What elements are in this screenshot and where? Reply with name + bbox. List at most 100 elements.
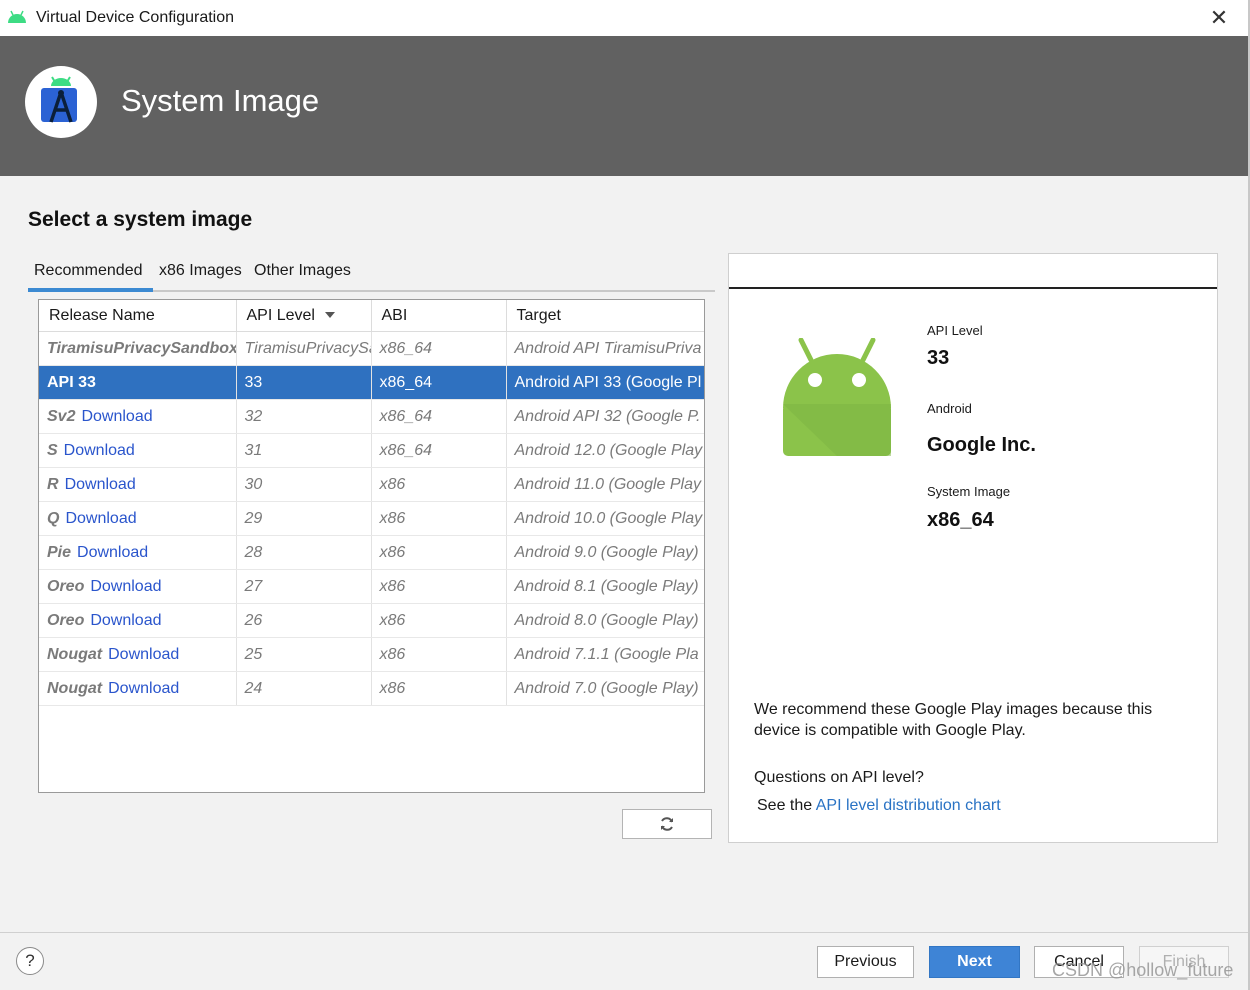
abi-cell: x86 <box>371 467 507 502</box>
table-row[interactable]: Pie Download 28 x86 Android 9.0 (Google Play… <box>39 535 704 570</box>
release-name-cell: Nougat Download <box>39 671 237 706</box>
target-cell: Android 9.0 (Google Play) <box>506 535 704 570</box>
panel-divider <box>729 287 1217 289</box>
abi-cell: x86_64 <box>371 433 507 468</box>
target-cell: Android 8.0 (Google Play) <box>506 603 704 638</box>
download-link[interactable]: Download <box>77 544 148 561</box>
window-title: Virtual Device Configuration <box>36 9 235 26</box>
table-header: Release Name API Level ABI Target <box>39 300 704 332</box>
release-name-cell: Oreo Download <box>39 569 237 604</box>
image-tabs: Recommended x86 Images Other Images <box>28 256 715 292</box>
api-level-cell: 30 <box>236 467 372 502</box>
abi-cell: x86_64 <box>371 399 507 434</box>
target-cell: Android 8.1 (Google Play) <box>506 569 704 604</box>
download-link[interactable]: Download <box>65 476 136 493</box>
column-api-level[interactable]: API Level <box>236 300 372 332</box>
release-name: Sv2 <box>47 407 76 425</box>
next-button[interactable]: Next <box>929 946 1020 978</box>
api-level-cell: 28 <box>236 535 372 570</box>
abi-cell: x86 <box>371 501 507 536</box>
abi-cell: x86 <box>371 603 507 638</box>
api-level-cell: 32 <box>236 399 372 434</box>
release-name-cell: Sv2 Download <box>39 399 237 434</box>
previous-button[interactable]: Previous <box>817 946 914 978</box>
title-bar: Virtual Device Configuration ✕ <box>0 0 1248 36</box>
release-name-cell: R Download <box>39 467 237 502</box>
abi-cell: x86 <box>371 637 507 672</box>
footer-divider <box>0 932 1248 933</box>
see-chart-line: See the API level distribution chart <box>757 797 1001 815</box>
table-row[interactable]: TiramisuPrivacySandbox TiramisuPrivacySa x… <box>39 331 704 366</box>
target-cell: Android API 33 (Google Pl <box>506 365 704 400</box>
column-release-name[interactable]: Release Name <box>39 300 237 332</box>
table-row[interactable]: Nougat Download 24 x86 Android 7.0 (Google P… <box>39 671 704 706</box>
refresh-button[interactable] <box>622 809 712 839</box>
api-level-cell: 29 <box>236 501 372 536</box>
download-link[interactable]: Download <box>108 646 179 663</box>
see-prefix: See the <box>757 797 816 814</box>
sort-descending-icon <box>324 312 335 319</box>
target-cell: Android API 32 (Google P. <box>506 399 704 434</box>
api-distribution-link[interactable]: API level distribution chart <box>816 797 1001 814</box>
download-link[interactable]: Download <box>90 612 161 629</box>
api-level-cell: 33 <box>236 365 372 400</box>
target-cell: Android 7.0 (Google Play) <box>506 671 704 706</box>
api-level-cell: 24 <box>236 671 372 706</box>
api-level-cell: 26 <box>236 603 372 638</box>
api-level-question: Questions on API level? <box>754 769 924 786</box>
android-robot-icon <box>783 338 891 456</box>
help-button[interactable]: ? <box>16 947 44 975</box>
download-link[interactable]: Download <box>108 680 179 697</box>
release-name-cell: S Download <box>39 433 237 468</box>
table-row[interactable]: Oreo Download 26 x86 Android 8.0 (Google Pla… <box>39 603 704 638</box>
column-label: API Level <box>246 306 315 324</box>
tab-recommended[interactable]: Recommended <box>34 262 143 280</box>
api-level-cell: 27 <box>236 569 372 604</box>
table-row[interactable]: Q Download 29 x86 Android 10.0 (Google Play <box>39 501 704 536</box>
active-tab-indicator <box>28 288 153 292</box>
release-name-cell: Q Download <box>39 501 237 536</box>
vendor-value: Google Inc. <box>927 434 1036 456</box>
column-label: ABI <box>381 306 408 324</box>
api-level-cell: 25 <box>236 637 372 672</box>
target-cell: Android 11.0 (Google Play <box>506 467 704 502</box>
release-name-cell: API 33 <box>39 365 237 400</box>
release-name: API 33 <box>47 373 96 391</box>
close-icon[interactable]: ✕ <box>1206 5 1232 31</box>
release-name-cell: TiramisuPrivacySandbox <box>39 331 237 366</box>
api-level-cell: 31 <box>236 433 372 468</box>
column-target[interactable]: Target <box>506 300 704 332</box>
table-row[interactable]: Nougat Download 25 x86 Android 7.1.1 (Google… <box>39 637 704 672</box>
tab-other-images[interactable]: Other Images <box>254 262 351 280</box>
release-name-cell: Oreo Download <box>39 603 237 638</box>
download-link[interactable]: Download <box>81 408 152 425</box>
image-details-panel: API Level 33 Android Google Inc. System … <box>728 253 1218 843</box>
target-cell: Android API TiramisuPriva <box>506 331 704 366</box>
download-link[interactable]: Download <box>64 442 135 459</box>
table-row[interactable]: R Download 30 x86 Android 11.0 (Google Play <box>39 467 704 502</box>
column-abi[interactable]: ABI <box>371 300 507 332</box>
download-link[interactable]: Download <box>90 578 161 595</box>
release-name: Oreo <box>47 611 85 629</box>
system-image-label: System Image <box>927 484 1011 499</box>
release-name: Oreo <box>47 577 85 595</box>
table-row[interactable]: Oreo Download 27 x86 Android 8.1 (Google Pla… <box>39 569 704 604</box>
target-cell: Android 12.0 (Google Play <box>506 433 704 468</box>
recommendation-text: We recommend these Google Play images be… <box>754 701 1153 739</box>
release-name: Nougat <box>47 645 103 663</box>
vendor-label: Android <box>927 401 972 416</box>
tab-x86-images[interactable]: x86 Images <box>159 262 242 280</box>
table-row[interactable]: S Download 31 x86_64 Android 12.0 (Google Pl… <box>39 433 704 468</box>
release-name-cell: Pie Download <box>39 535 237 570</box>
system-image-table[interactable]: Release Name API Level ABI Target Tirami… <box>38 299 705 793</box>
table-row[interactable]: API 33 33 x86_64 Android API 33 (Google Pl <box>39 365 704 400</box>
abi-cell: x86 <box>371 671 507 706</box>
watermark: CSDN @hollow_future <box>1052 960 1234 980</box>
download-link[interactable]: Download <box>65 510 136 527</box>
column-label: Target <box>516 306 561 324</box>
section-title: Select a system image <box>28 208 253 231</box>
table-row[interactable]: Sv2 Download 32 x86_64 Android API 32 (Googl… <box>39 399 704 434</box>
release-name: R <box>47 475 59 493</box>
abi-cell: x86 <box>371 569 507 604</box>
release-name: S <box>47 441 58 459</box>
